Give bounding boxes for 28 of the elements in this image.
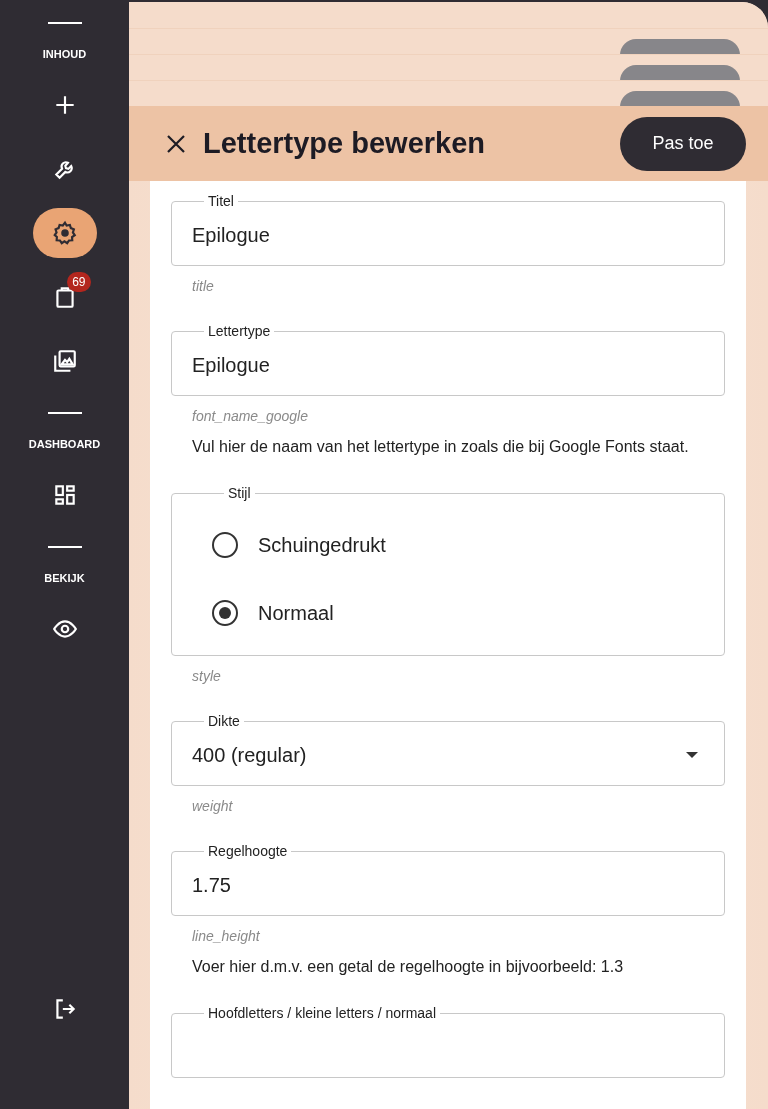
- section-label: INHOUD: [42, 46, 87, 62]
- field-key: weight: [192, 796, 704, 817]
- dropdown-icon: [686, 751, 698, 758]
- close-button[interactable]: [165, 132, 187, 155]
- section-label: BEKIJK: [44, 570, 85, 586]
- dialog-title: Lettertype bewerken: [203, 125, 487, 161]
- field-description: Voer hier d.m.v. een getal de regelhoogte in bijvoorbeeld: 1.3: [192, 957, 625, 977]
- field-key: style: [192, 666, 704, 687]
- field-key: title: [192, 276, 704, 297]
- field-key: line_height: [192, 926, 704, 947]
- field-label: Regelhoogte: [207, 842, 289, 861]
- field-label: Hoofdletters / kleine letters / normaal: [207, 1004, 437, 1023]
- radio-option[interactable]: Schuingedrukt: [212, 530, 684, 560]
- count-badge: 69: [67, 272, 91, 292]
- field-label: Titel: [207, 192, 235, 211]
- field-label: Dikte: [207, 712, 241, 731]
- field-description: Vul hier de naam van het lettertype in zoals die bij Google Fonts staat.: [192, 437, 690, 457]
- field-label: Stijl: [227, 484, 252, 503]
- close-icon: [165, 132, 187, 155]
- field-label: Lettertype: [207, 322, 272, 341]
- field-key: font_name_google: [192, 406, 704, 427]
- radio-option[interactable]: Normaal: [212, 598, 684, 628]
- apply-button[interactable]: Pas toe: [620, 116, 746, 171]
- photo-library-icon: [51, 348, 78, 374]
- section-label: DASHBOARD: [28, 436, 101, 452]
- nav-button[interactable]: [32, 208, 97, 258]
- settings-icon: [51, 220, 78, 246]
- nav-button[interactable]: 69: [32, 272, 97, 322]
